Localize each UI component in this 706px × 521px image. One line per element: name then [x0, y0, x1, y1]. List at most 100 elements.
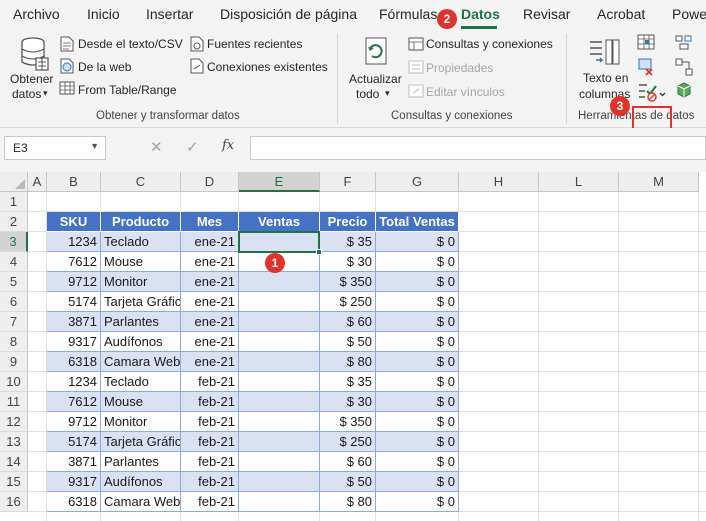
table-cell-total-ventas[interactable]: $ 0 — [376, 292, 459, 312]
data-validation-icon[interactable] — [637, 81, 667, 103]
table-cell-total-ventas[interactable]: $ 0 — [376, 232, 459, 252]
table-cell-ventas[interactable] — [239, 432, 320, 452]
tab-revisar[interactable]: Revisar — [523, 6, 570, 22]
active-cell-selection[interactable] — [238, 231, 322, 255]
table-cell-producto[interactable]: Monitor — [101, 272, 181, 292]
column-header-d[interactable]: D — [181, 172, 239, 192]
table-cell-producto[interactable]: Teclado — [101, 232, 181, 252]
table-cell-precio[interactable]: $ 350 — [320, 412, 376, 432]
row-header-4[interactable]: 4 — [0, 252, 28, 272]
table-cell-precio[interactable]: $ 35 — [320, 372, 376, 392]
table-cell-total-ventas[interactable]: $ 0 — [376, 392, 459, 412]
table-cell-precio[interactable]: $ 60 — [320, 452, 376, 472]
table-cell-producto[interactable]: Audífonos — [101, 472, 181, 492]
table-cell-mes[interactable]: feb-21 — [181, 472, 239, 492]
table-cell-precio[interactable]: $ 80 — [320, 492, 376, 512]
column-header-b[interactable]: B — [47, 172, 101, 192]
table-cell-ventas[interactable] — [239, 292, 320, 312]
table-cell-ventas[interactable] — [239, 492, 320, 512]
row-header-3[interactable]: 3 — [0, 232, 28, 252]
table-cell-sku[interactable]: 1234 — [47, 372, 101, 392]
table-header-total-ventas[interactable]: Total Ventas — [376, 212, 459, 232]
row-header-2[interactable]: 2 — [0, 212, 28, 232]
remove-duplicates-icon[interactable] — [637, 58, 655, 76]
table-cell-mes[interactable]: feb-21 — [181, 372, 239, 392]
row-header-7[interactable]: 7 — [0, 312, 28, 332]
table-cell-mes[interactable]: feb-21 — [181, 412, 239, 432]
table-cell-sku[interactable]: 1234 — [47, 232, 101, 252]
column-header-e[interactable]: E — [239, 172, 320, 192]
table-cell-precio[interactable]: $ 35 — [320, 232, 376, 252]
table-cell-precio[interactable]: $ 50 — [320, 472, 376, 492]
row-header-5[interactable]: 5 — [0, 272, 28, 292]
table-header-precio[interactable]: Precio — [320, 212, 376, 232]
table-cell-producto[interactable]: Camara Web — [101, 352, 181, 372]
tab-insertar[interactable]: Insertar — [146, 6, 193, 22]
table-cell-producto[interactable]: Tarjeta Gráfica — [101, 292, 181, 312]
table-header-producto[interactable]: Producto — [101, 212, 181, 232]
tab-power[interactable]: Powe — [672, 6, 706, 22]
row-header-1[interactable]: 1 — [0, 192, 28, 212]
row-header-12[interactable]: 12 — [0, 412, 28, 432]
data-model-icon[interactable] — [675, 81, 693, 99]
tab-disposicion-de-pagina[interactable]: Disposición de página — [220, 6, 357, 22]
row-header-10[interactable]: 10 — [0, 372, 28, 392]
table-cell-mes[interactable]: feb-21 — [181, 452, 239, 472]
column-header-a[interactable]: A — [28, 172, 47, 192]
select-all-button[interactable] — [0, 172, 28, 192]
table-cell-mes[interactable]: ene-21 — [181, 352, 239, 372]
table-cell-ventas[interactable] — [239, 272, 320, 292]
row-header-6[interactable]: 6 — [0, 292, 28, 312]
table-cell-sku[interactable]: 7612 — [47, 392, 101, 412]
table-cell-precio[interactable]: $ 60 — [320, 312, 376, 332]
table-cell-producto[interactable]: Tarjeta Gráfica — [101, 432, 181, 452]
table-cell-producto[interactable]: Audífonos — [101, 332, 181, 352]
tab-acrobat[interactable]: Acrobat — [597, 6, 645, 22]
table-cell-ventas[interactable] — [239, 472, 320, 492]
table-cell-producto[interactable]: Parlantes — [101, 452, 181, 472]
row-header-11[interactable]: 11 — [0, 392, 28, 412]
table-cell-producto[interactable]: Parlantes — [101, 312, 181, 332]
table-cell-producto[interactable]: Mouse — [101, 252, 181, 272]
table-cell-mes[interactable]: ene-21 — [181, 272, 239, 292]
name-box[interactable]: E3 ▼ — [4, 136, 106, 160]
table-cell-precio[interactable]: $ 80 — [320, 352, 376, 372]
column-header-g[interactable]: G — [376, 172, 459, 192]
table-cell-precio[interactable]: $ 50 — [320, 332, 376, 352]
table-cell-ventas[interactable] — [239, 352, 320, 372]
row-header-13[interactable]: 13 — [0, 432, 28, 452]
table-cell-sku[interactable]: 6318 — [47, 492, 101, 512]
table-cell-sku[interactable]: 9712 — [47, 272, 101, 292]
table-cell-total-ventas[interactable]: $ 0 — [376, 452, 459, 472]
row-header-9[interactable]: 9 — [0, 352, 28, 372]
table-cell-total-ventas[interactable]: $ 0 — [376, 432, 459, 452]
column-header-l[interactable]: L — [539, 172, 619, 192]
consolidate-icon[interactable] — [675, 34, 693, 50]
table-cell-mes[interactable]: feb-21 — [181, 392, 239, 412]
table-cell-producto[interactable]: Camara Web — [101, 492, 181, 512]
insert-function-icon[interactable]: fx — [222, 138, 234, 153]
table-cell-sku[interactable]: 3871 — [47, 312, 101, 332]
table-header-ventas[interactable]: Ventas — [239, 212, 320, 232]
table-cell-producto[interactable]: Teclado — [101, 372, 181, 392]
table-cell-sku[interactable]: 5174 — [47, 292, 101, 312]
table-cell-ventas[interactable] — [239, 372, 320, 392]
table-cell-sku[interactable]: 9317 — [47, 472, 101, 492]
table-cell-sku[interactable]: 9317 — [47, 332, 101, 352]
table-cell-total-ventas[interactable]: $ 0 — [376, 492, 459, 512]
table-cell-mes[interactable]: feb-21 — [181, 492, 239, 512]
table-cell-total-ventas[interactable]: $ 0 — [376, 372, 459, 392]
worksheet-grid[interactable]: A B C D E F G H L M 1 2 3 4 5 6 7 8 9 10 11 12 13 14 15 16 SKU Prod… — [0, 172, 706, 521]
table-cell-precio[interactable]: $ 350 — [320, 272, 376, 292]
fill-handle[interactable] — [316, 249, 322, 255]
table-cell-mes[interactable]: ene-21 — [181, 232, 239, 252]
enter-icon[interactable]: ✓ — [186, 138, 199, 156]
table-cell-total-ventas[interactable]: $ 0 — [376, 312, 459, 332]
table-cell-total-ventas[interactable]: $ 0 — [376, 272, 459, 292]
table-cell-mes[interactable]: ene-21 — [181, 312, 239, 332]
table-cell-precio[interactable]: $ 250 — [320, 432, 376, 452]
table-cell-producto[interactable]: Monitor — [101, 412, 181, 432]
table-cell-sku[interactable]: 7612 — [47, 252, 101, 272]
table-cell-precio[interactable]: $ 250 — [320, 292, 376, 312]
column-header-f[interactable]: F — [320, 172, 376, 192]
